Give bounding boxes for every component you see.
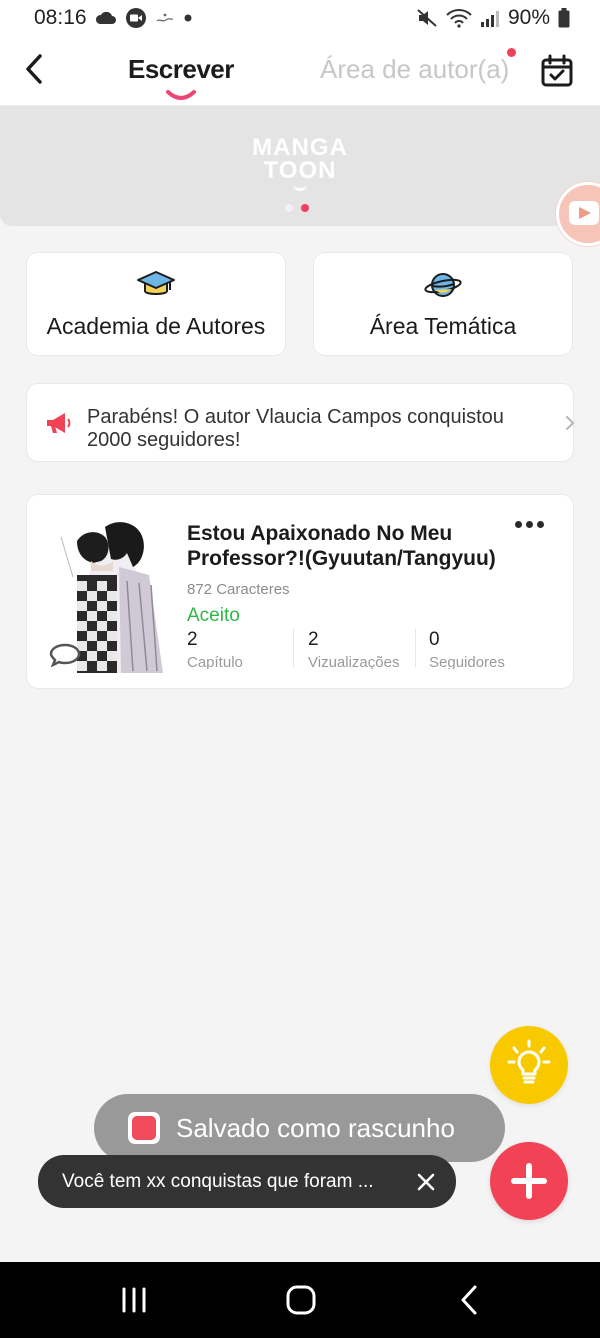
- app-header: Escrever Área de autor(a): [0, 36, 600, 106]
- themes-label: Área Temática: [369, 313, 517, 339]
- work-title: Estou Apaixonado No Meu Professor?!(Gyuu…: [187, 522, 496, 570]
- ideas-button[interactable]: [490, 1026, 568, 1104]
- video-call-icon: [125, 7, 147, 29]
- stat-divider: [293, 629, 294, 667]
- pagination-dot: [285, 204, 293, 212]
- tab-write[interactable]: Escrever: [128, 54, 234, 85]
- achievements-toast[interactable]: Você tem xx conquistas que foram ...: [38, 1155, 456, 1208]
- home-icon[interactable]: [286, 1284, 316, 1316]
- mangatoon-logo: MANGA TOON: [250, 136, 350, 191]
- pagination-dot-active: [301, 204, 309, 212]
- create-work-button[interactable]: [490, 1142, 568, 1220]
- tab-author-area[interactable]: Área de autor(a): [320, 54, 509, 85]
- wifi-icon: [446, 8, 472, 28]
- more-dot: [526, 521, 533, 528]
- stat-divider: [415, 629, 416, 667]
- mute-icon: [416, 8, 438, 28]
- more-options-button[interactable]: [515, 521, 549, 533]
- clock: 08:16: [34, 6, 87, 29]
- academy-card[interactable]: Academia de Autores: [26, 252, 286, 356]
- active-tab-indicator: [166, 90, 196, 100]
- graduation-cap-icon: [137, 271, 175, 295]
- announcement-bar[interactable]: Parabéns! O autor Vlaucia Campos conquis…: [26, 383, 575, 462]
- battery-level: 90%: [507, 6, 550, 29]
- notification-dot: [507, 48, 516, 57]
- system-nav-bar: [0, 1262, 600, 1338]
- battery-icon: [558, 8, 570, 28]
- more-dot: [537, 521, 544, 528]
- announcement-text: Parabéns! O autor Vlaucia Campos conquis…: [87, 406, 504, 450]
- calendar-button[interactable]: [540, 54, 574, 88]
- dot-icon: [183, 13, 193, 23]
- status-bar: 08:16 90%: [0, 0, 600, 36]
- lightbulb-icon: [507, 1039, 551, 1084]
- signal-icon: [480, 9, 500, 27]
- academy-label: Academia de Autores: [46, 313, 266, 339]
- chevron-left-icon: [26, 54, 42, 84]
- status-badge: Aceito: [187, 605, 240, 626]
- mangatoon-app-icon: [128, 1112, 160, 1144]
- app-notification-icon: [155, 11, 175, 25]
- more-dot: [515, 521, 522, 528]
- stat-views: 2 Vizualizações: [308, 629, 400, 669]
- character-count: 872 Caracteres: [187, 581, 290, 598]
- megaphone-icon: [47, 413, 71, 433]
- back-button[interactable]: [20, 51, 50, 87]
- planet-icon: [424, 273, 462, 297]
- cloud-icon: [95, 11, 117, 25]
- saved-toast-text: Salvado como rascunho: [176, 1112, 455, 1143]
- calendar-check-icon: [541, 54, 573, 87]
- play-icon: [579, 207, 591, 219]
- close-icon[interactable]: [416, 1172, 436, 1192]
- stat-followers: 0 Seguidores: [429, 629, 505, 669]
- work-card[interactable]: Estou Apaixonado No Meu Professor?!(Gyuu…: [26, 494, 574, 689]
- chevron-right-icon: [566, 416, 575, 430]
- chat-bubble-icon: [49, 643, 81, 667]
- nav-back-icon[interactable]: [458, 1284, 480, 1316]
- recent-apps-icon[interactable]: [120, 1286, 148, 1314]
- stat-chapters: 2 Capítulo: [187, 629, 243, 669]
- themes-card[interactable]: Área Temática: [313, 252, 573, 356]
- achievements-toast-text: Você tem xx conquistas que foram ...: [62, 1170, 374, 1192]
- saved-toast: Salvado como rascunho: [94, 1094, 505, 1162]
- banner-pagination: [285, 204, 309, 212]
